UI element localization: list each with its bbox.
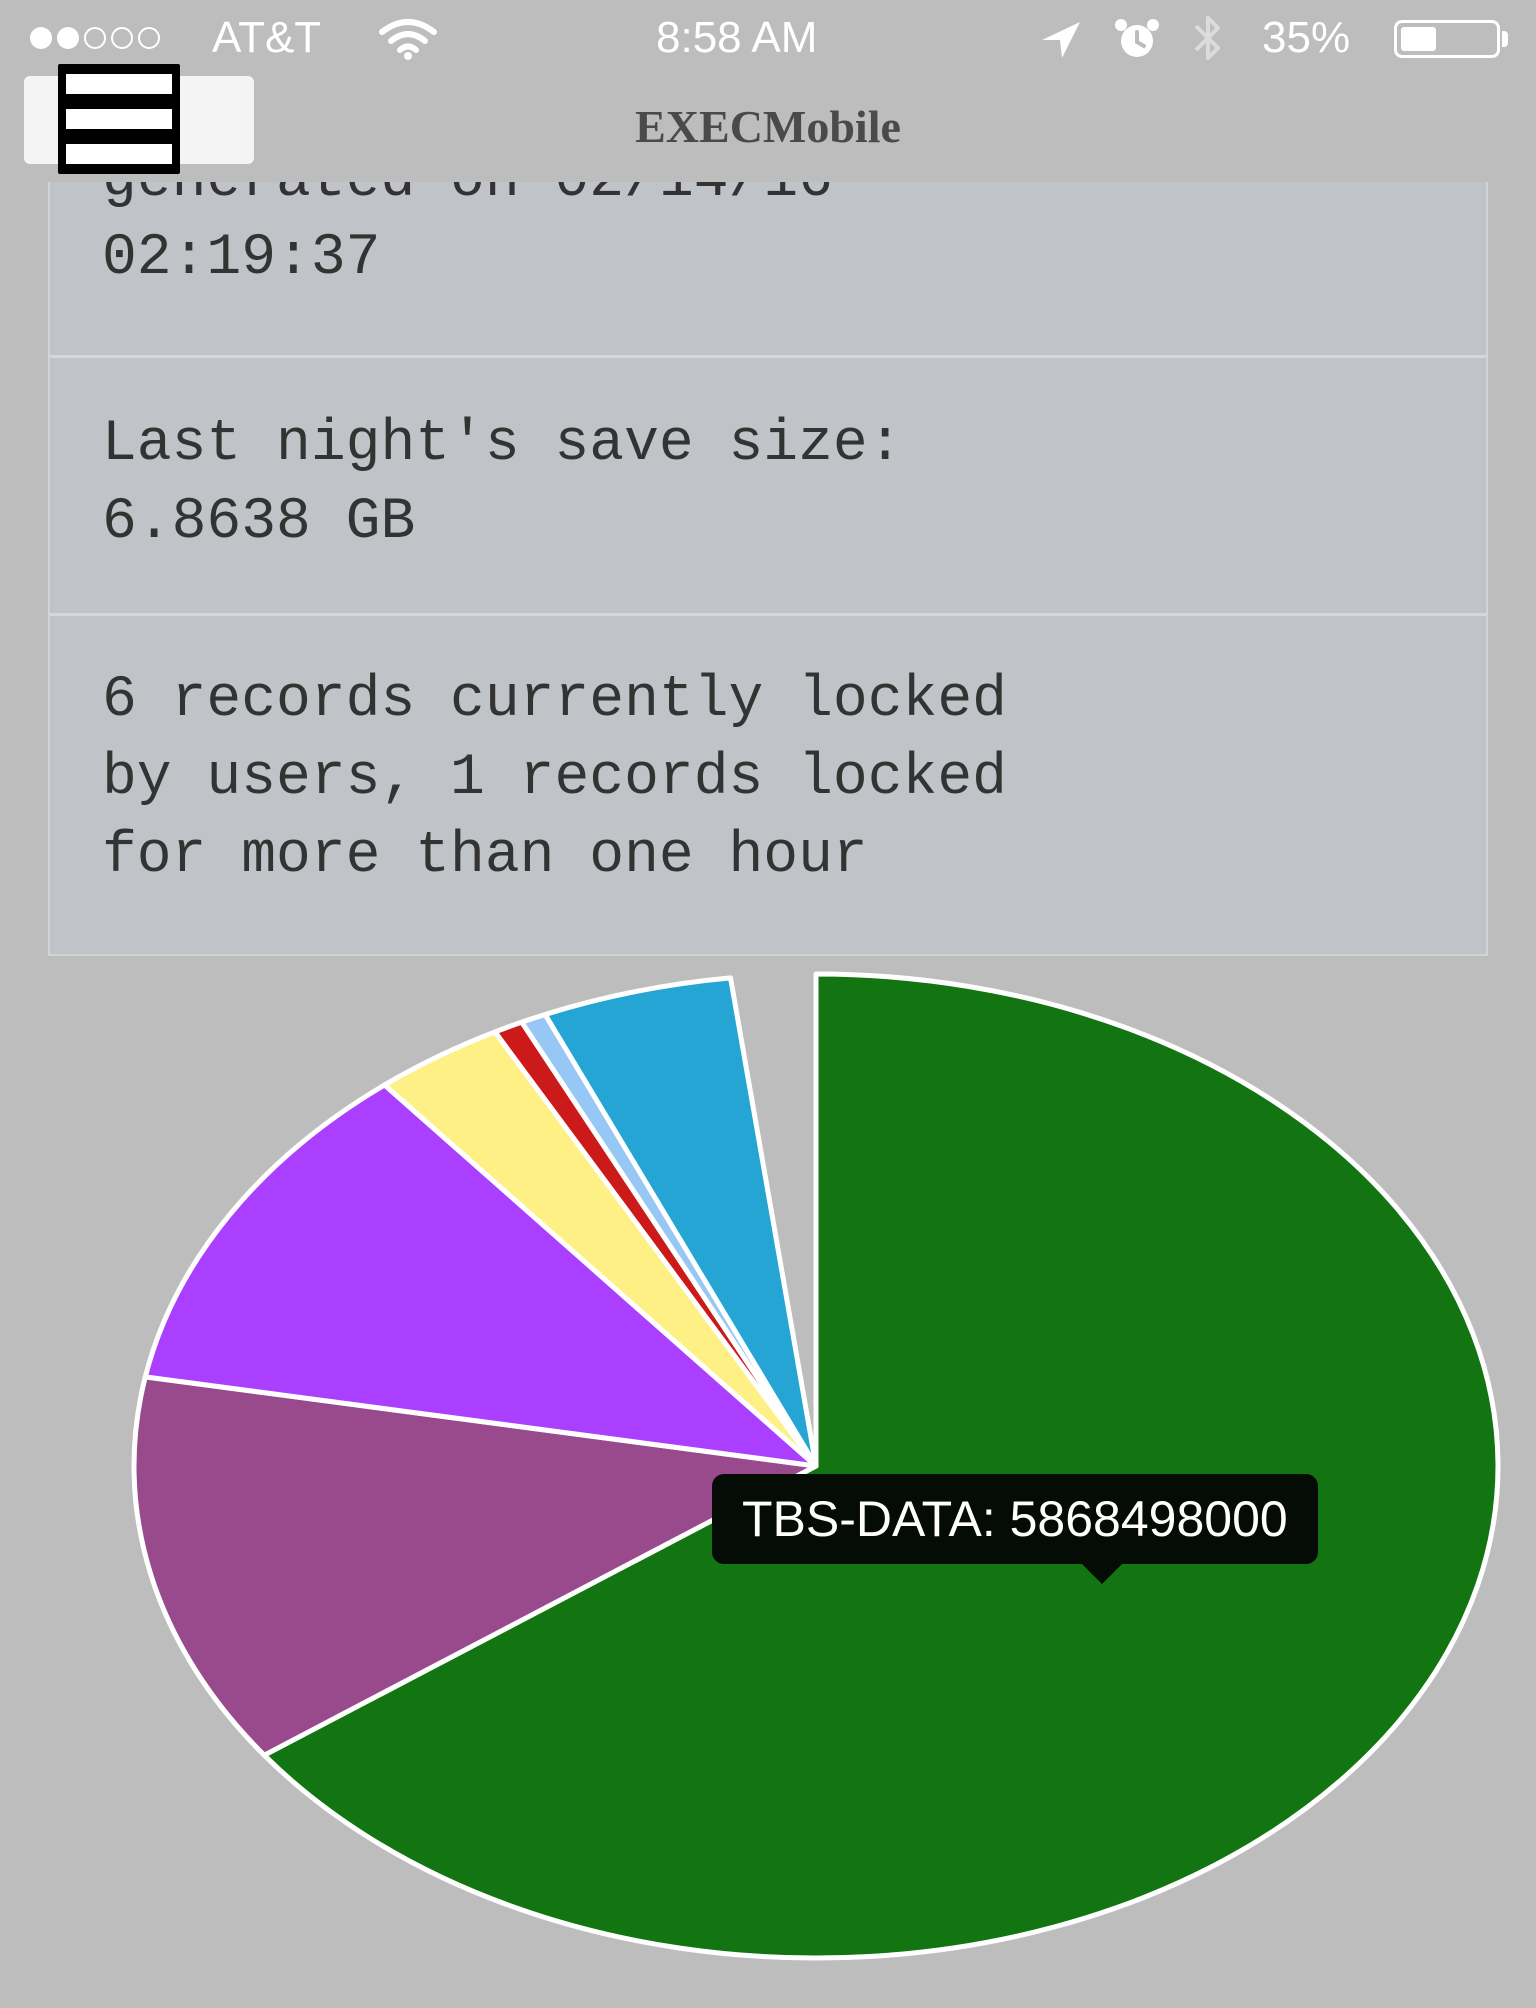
chart-tooltip-caret [1080, 1562, 1124, 1584]
hamburger-icon[interactable] [58, 64, 180, 174]
chart-tooltip: TBS-DATA: 5868498000 [712, 1474, 1318, 1564]
pie-chart[interactable] [0, 0, 1536, 2008]
